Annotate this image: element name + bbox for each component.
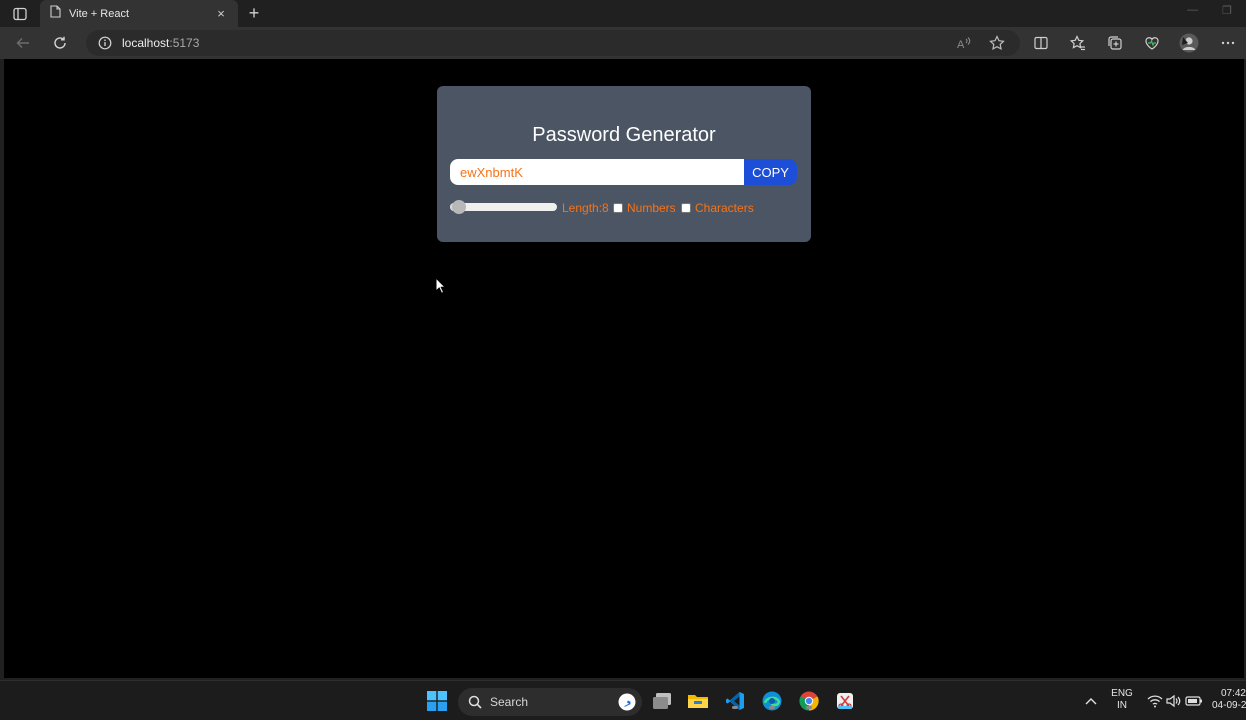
numbers-checkbox[interactable] [613,203,623,213]
length-slider-thumb[interactable] [451,200,466,214]
favorites-icon[interactable] [1068,33,1088,53]
browser-tab[interactable]: Vite + React × [40,0,238,27]
password-generator-card: Password Generator COPY Length:8 Numbers… [437,86,811,242]
tab-close-button[interactable]: × [214,6,228,21]
page-icon [50,4,61,23]
svg-text:A: A [957,39,965,50]
battery-icon[interactable] [1183,690,1205,712]
show-hidden-icons-chevron-up-icon[interactable] [1080,690,1102,712]
edge-icon[interactable] [761,690,783,712]
page-title: Password Generator [532,124,716,146]
file-explorer-icon[interactable] [687,690,709,712]
back-button[interactable] [13,33,33,53]
vscode-icon[interactable] [724,690,746,712]
browser-essentials-icon[interactable] [1142,33,1162,53]
info-icon [98,36,112,50]
snipping-tool-icon[interactable] [834,690,856,712]
system-clock[interactable]: 07:42 04-09-2 [1212,688,1246,712]
refresh-icon [54,36,66,49]
favorite-star-icon[interactable] [987,33,1007,53]
length-label: Length:8 [562,201,609,215]
browser-tab-bar: Vite + React × + — ❐ [0,0,1246,27]
characters-label[interactable]: Characters [695,201,754,215]
mouse-cursor-icon [435,277,447,294]
settings-more-icon[interactable] [1218,33,1238,53]
language-indicator[interactable]: ENG IN [1110,688,1134,712]
search-icon [468,695,482,709]
profile-avatar[interactable] [1179,33,1199,53]
url-port: :5173 [169,36,200,50]
window-controls: — ❐ [1187,4,1232,17]
refresh-button[interactable] [50,33,70,53]
taskbar-search-box[interactable]: Search [458,688,642,716]
length-slider[interactable] [450,200,557,214]
language-region: IN [1117,700,1127,711]
characters-checkbox[interactable] [681,203,691,213]
numbers-label[interactable]: Numbers [627,201,676,215]
clock-date: 04-09-2 [1212,700,1246,711]
address-bar[interactable]: localhost:5173 [86,30,1020,56]
vscode-running-indicator [732,706,738,709]
page-viewport: Password Generator COPY Length:8 Numbers… [4,59,1244,678]
back-arrow-icon [16,38,29,48]
clock-time: 07:42 [1220,688,1246,699]
new-tab-button[interactable]: + [244,3,264,23]
windows-start-icon[interactable] [426,690,448,712]
password-output-field[interactable] [450,159,745,185]
language-code: ENG [1111,688,1133,699]
split-screen-icon[interactable] [1031,33,1051,53]
minimize-icon[interactable]: — [1187,4,1198,17]
copy-button[interactable]: COPY [744,159,797,185]
collections-icon[interactable] [1105,33,1125,53]
url-host: localhost [122,36,170,50]
bing-icon [618,693,636,711]
snipping-tool-active-indicator [838,706,852,709]
tab-actions-icon[interactable] [10,5,30,23]
windows-taskbar: Search ENG IN 07:42 04-09-2 [0,680,1246,720]
chrome-running-indicator [806,706,812,709]
chrome-icon[interactable] [798,690,820,712]
edge-running-indicator [769,706,775,709]
tab-title: Vite + React [69,7,130,20]
read-aloud-icon[interactable]: A [954,33,974,53]
volume-icon[interactable] [1162,690,1184,712]
maximize-icon[interactable]: ❐ [1222,4,1232,17]
search-placeholder: Search [490,695,529,709]
task-view-icon[interactable] [651,690,673,712]
browser-toolbar: localhost:5173 A [0,27,1246,59]
